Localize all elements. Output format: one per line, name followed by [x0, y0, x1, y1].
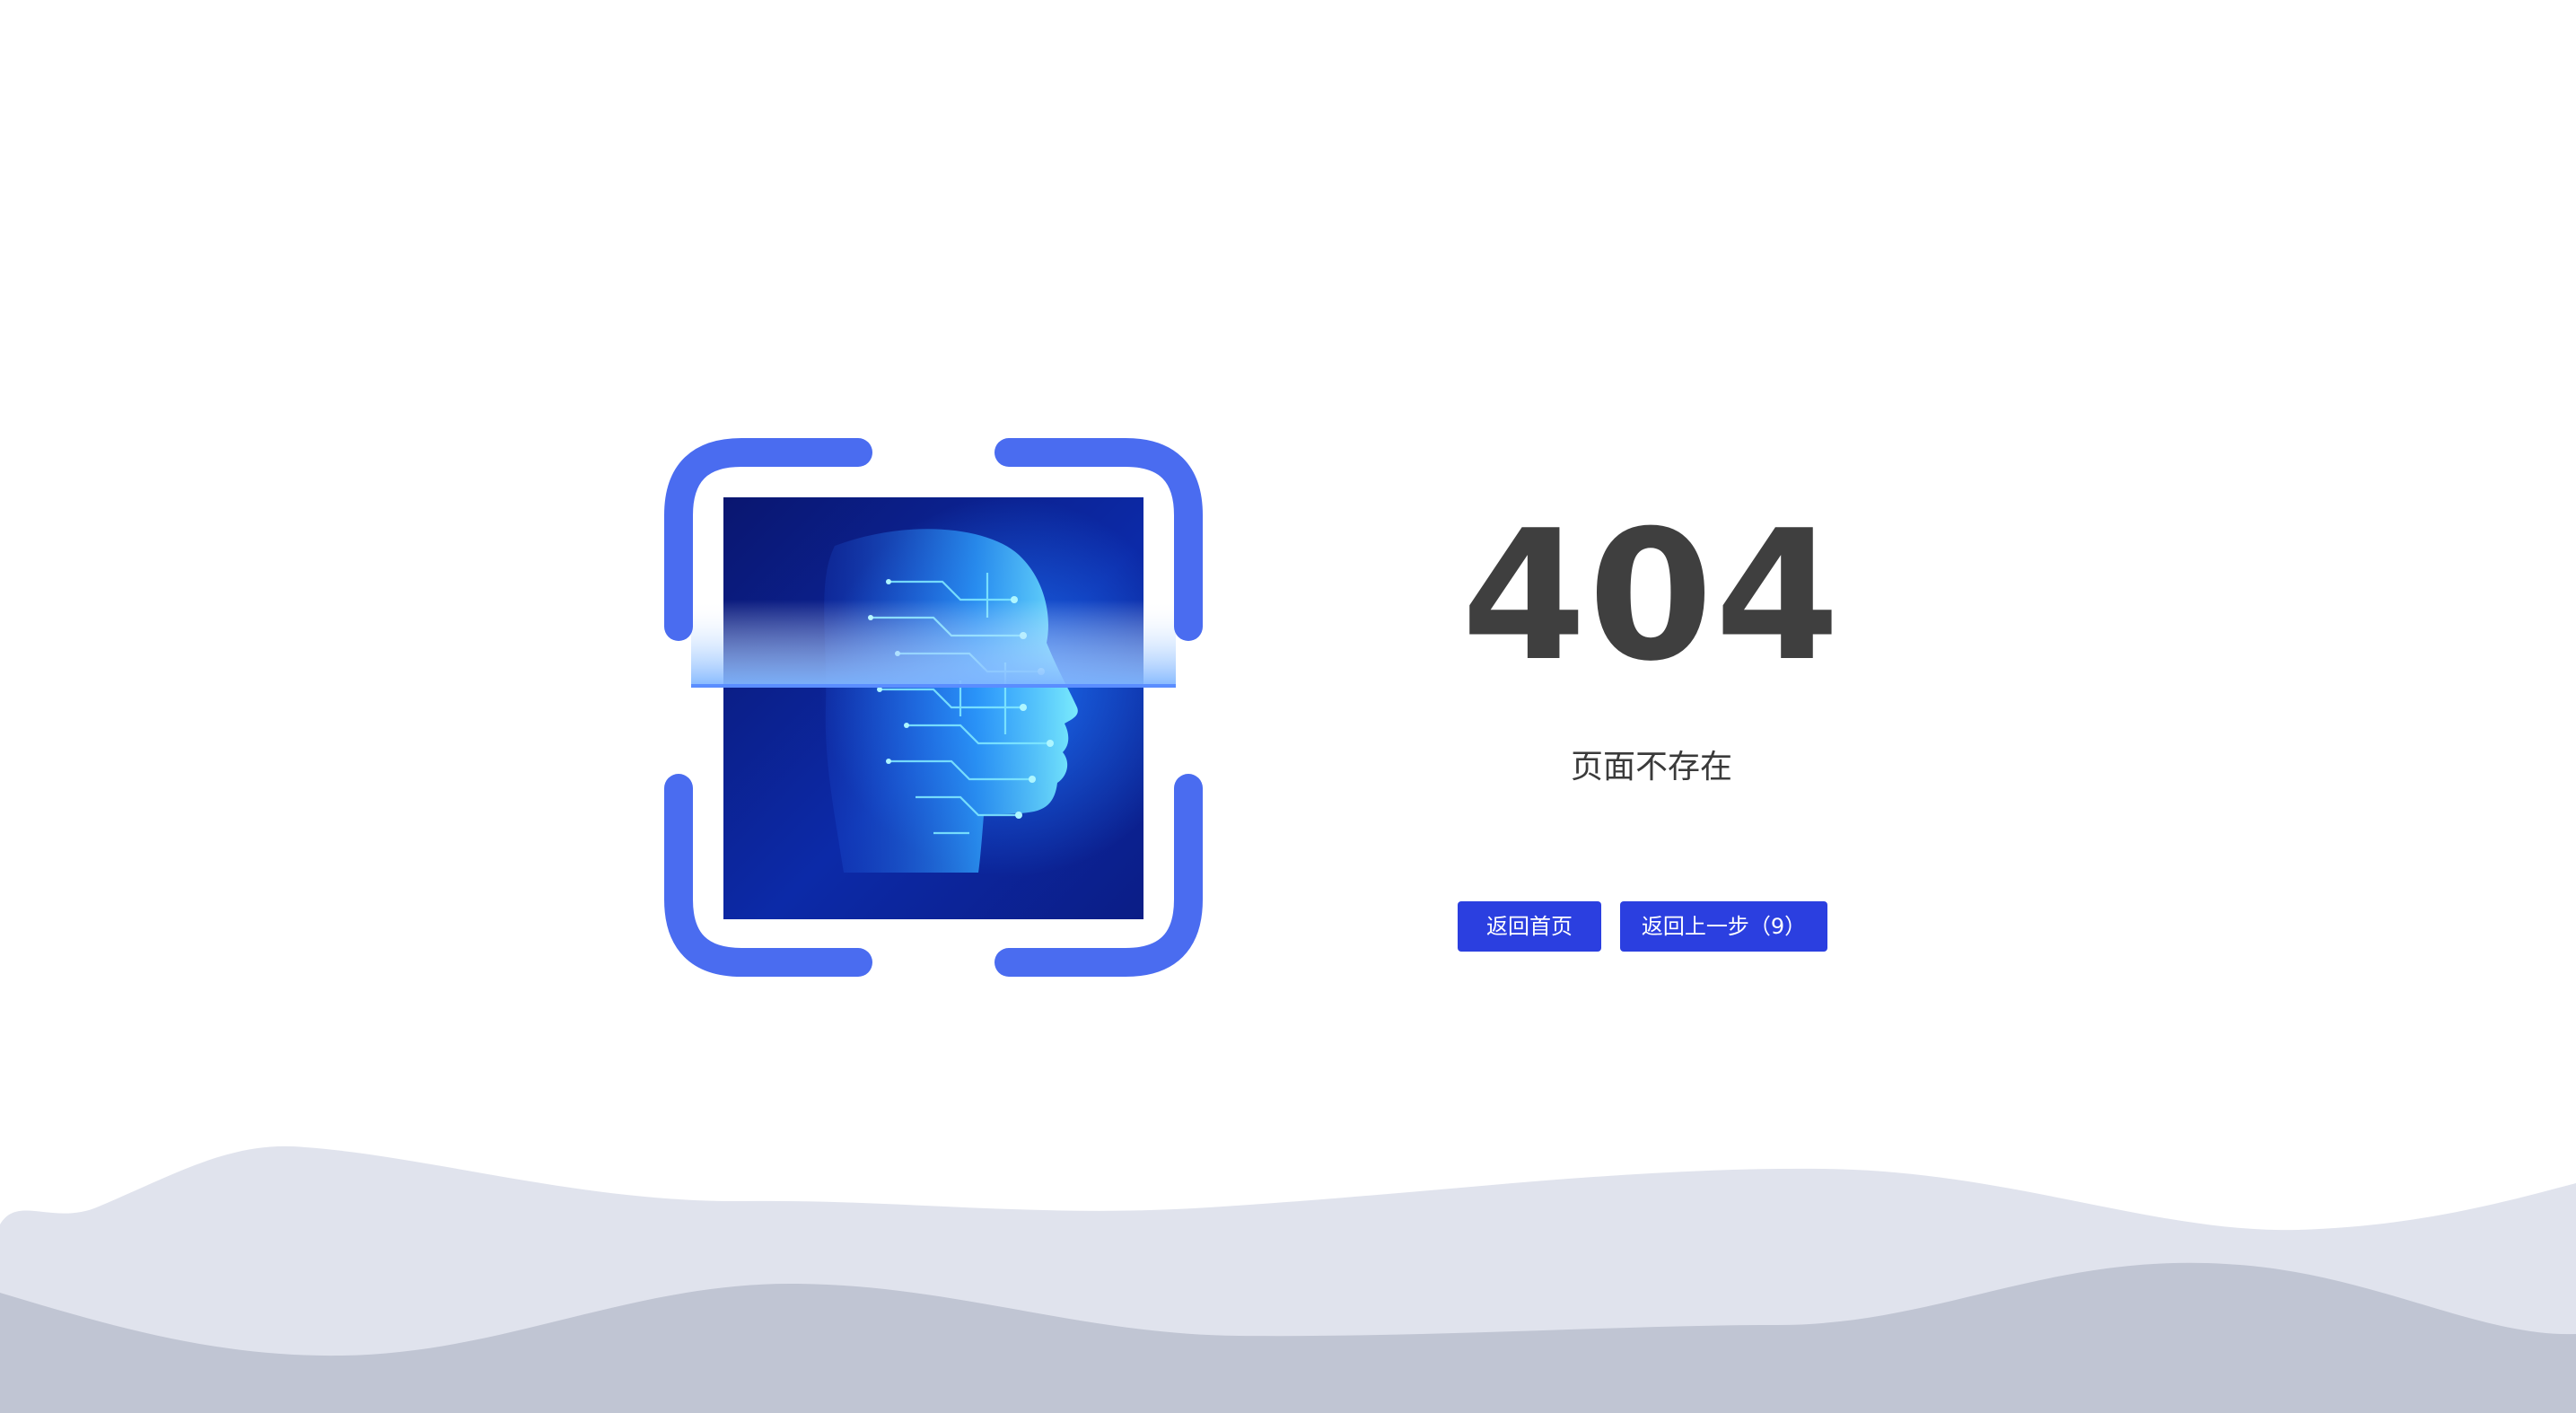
- scan-band: [691, 600, 1176, 686]
- scan-line: [691, 684, 1176, 688]
- error-message: 页面不存在: [1570, 749, 1732, 785]
- home-button[interactable]: 返回首页: [1458, 901, 1601, 952]
- back-button[interactable]: 返回上一步（9）: [1620, 901, 1827, 952]
- error-page: 404 页面不存在 返回首页 返回上一步（9）: [0, 0, 2576, 1413]
- face-scan-icon: [664, 438, 1203, 977]
- error-code: 404: [1461, 492, 1842, 701]
- background-waves: [0, 1145, 2576, 1413]
